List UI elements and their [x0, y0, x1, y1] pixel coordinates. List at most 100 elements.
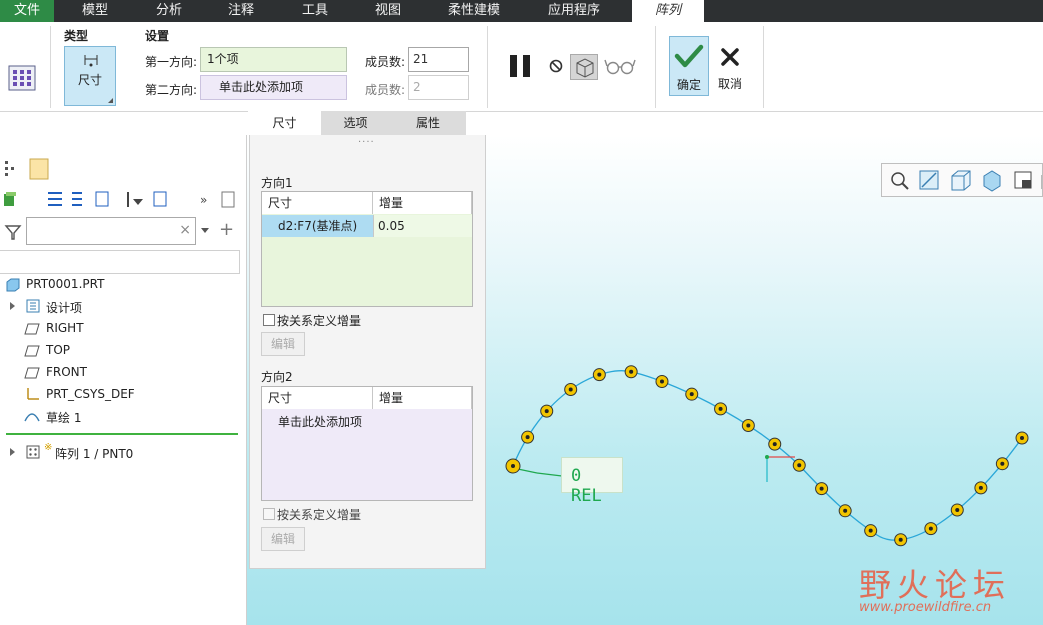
sort-icon[interactable] — [127, 192, 143, 207]
insert-indicator[interactable] — [6, 433, 238, 435]
close-icon — [721, 48, 739, 66]
dir1-label: 第一方向: — [145, 55, 198, 69]
tree-columns-icon[interactable] — [48, 192, 62, 206]
dir2-table[interactable]: 尺寸 增量 单击此处添加项 — [261, 386, 473, 501]
pattern-point-center — [819, 486, 824, 491]
tree-item-top[interactable]: TOP — [46, 343, 70, 357]
menu-bar: 文件 模型 分析 注释 工具 视图 柔性建模 应用程序 阵列 — [0, 0, 1043, 22]
table-icon[interactable] — [95, 191, 109, 207]
pattern-point-center — [955, 507, 960, 512]
annotation-box[interactable]: 0 REL — [561, 457, 623, 506]
members1-input[interactable]: 21 — [408, 47, 469, 72]
ok-label: 确定 — [676, 78, 701, 92]
ribbon-separator — [487, 26, 488, 108]
menu-flexible-modeling[interactable]: 柔性建模 — [432, 0, 516, 22]
menu-file[interactable]: 文件 — [0, 0, 54, 22]
tree-item-pattern[interactable]: 阵列 1 / PNT0 — [55, 445, 133, 462]
relation-checkbox-2[interactable] — [263, 508, 275, 520]
expand-icon[interactable] — [10, 302, 15, 310]
pattern-point-center — [868, 528, 873, 533]
tab-properties[interactable]: 属性 — [390, 111, 466, 135]
dir2-add-item[interactable]: 单击此处添加项 — [278, 413, 362, 430]
preview-geometry-icon — [576, 58, 594, 78]
pattern-point-center — [978, 485, 983, 490]
tree-item-design[interactable]: 设计项 — [46, 299, 82, 316]
members1-label: 成员数: — [365, 55, 406, 69]
menu-view[interactable]: 视图 — [355, 0, 421, 22]
menu-analysis[interactable]: 分析 — [136, 0, 202, 22]
preview-geometry-button[interactable] — [570, 54, 598, 80]
settings-group-label: 设置 — [145, 29, 170, 43]
tree-item-sketch[interactable]: 草绘 1 — [46, 409, 81, 426]
dropdown-icon[interactable] — [201, 228, 209, 233]
clear-icon[interactable]: × — [179, 222, 191, 238]
filter-icon[interactable] — [4, 223, 22, 241]
add-icon[interactable]: + — [219, 219, 234, 240]
dir1-collector[interactable]: 1个项 — [200, 47, 347, 72]
search-input[interactable]: × — [26, 217, 196, 245]
dir1-table[interactable]: 尺寸 增量 d2:F7(基准点) 0.05 — [261, 191, 473, 307]
dir2-label: 第二方向: — [145, 83, 198, 97]
settings-icon[interactable] — [153, 191, 167, 207]
folder-browser-tab-icon[interactable] — [29, 158, 49, 180]
expand-more-icon[interactable]: » — [200, 193, 207, 207]
pattern-point-center — [689, 392, 694, 397]
pattern-point-center — [629, 369, 634, 374]
pattern-point-center — [797, 463, 802, 468]
pause-icon — [510, 55, 530, 77]
pattern-point-center — [746, 423, 751, 428]
dir2-collector[interactable]: 单击此处添加项 — [200, 75, 347, 100]
tab-dimensions[interactable]: 尺寸 — [248, 111, 321, 135]
dimension-tab-panel: ···· 方向1 尺寸 增量 d2:F7(基准点) 0.05 按关系定义增量 编… — [249, 135, 486, 569]
expand-icon[interactable] — [10, 448, 15, 456]
leader-line — [536, 472, 563, 477]
pattern-point-center — [525, 435, 530, 440]
dir1-row-dim[interactable]: d2:F7(基准点) — [262, 215, 373, 237]
tree-item-front[interactable]: FRONT — [46, 365, 87, 379]
dir1-row-inc[interactable]: 0.05 — [373, 215, 472, 237]
checkmark-icon — [674, 44, 704, 68]
relation-checkbox-2-label: 按关系定义增量 — [277, 508, 362, 522]
ok-button[interactable]: 确定 — [669, 36, 709, 96]
pause-button[interactable] — [508, 54, 534, 78]
menu-pattern[interactable]: 阵列 — [632, 0, 704, 22]
dir2-col-dim: 尺寸 — [262, 387, 373, 409]
edit-button-1[interactable]: 编辑 — [261, 332, 305, 356]
pattern-point-center — [843, 508, 848, 513]
design-items-icon — [26, 299, 40, 316]
pattern-point-center — [659, 379, 664, 384]
watermark: 野火论坛 www.proewildfire.cn — [859, 550, 1043, 625]
sketch-icon — [24, 409, 40, 426]
tree-toolbar: » — [0, 187, 247, 213]
verify-button[interactable] — [604, 56, 636, 76]
type-dimension-button[interactable]: 尺寸 — [64, 46, 116, 106]
drag-handle[interactable]: ···· — [358, 137, 375, 148]
members2-input[interactable]: 2 — [408, 75, 469, 100]
tree-root[interactable]: PRT0001.PRT — [26, 277, 104, 291]
watermark-url: www.proewildfire.cn — [859, 600, 992, 615]
menu-tools[interactable]: 工具 — [282, 0, 348, 22]
pattern-point-center — [1020, 436, 1024, 440]
type-group-label: 类型 — [64, 29, 89, 43]
edit-button-2[interactable]: 编辑 — [261, 527, 305, 551]
pattern-point-center — [544, 409, 549, 414]
tree-item-csys[interactable]: PRT_CSYS_DEF — [46, 387, 135, 401]
menu-model[interactable]: 模型 — [62, 0, 128, 22]
tree-item-right[interactable]: RIGHT — [46, 321, 84, 335]
relation-checkbox-1[interactable] — [263, 314, 275, 326]
tree-filter-icon[interactable] — [72, 192, 82, 206]
menu-applications[interactable]: 应用程序 — [532, 0, 616, 22]
ribbon-separator — [655, 26, 656, 108]
pattern-point-center — [928, 526, 933, 531]
cancel-label: 取消 — [717, 77, 742, 91]
page-icon[interactable] — [221, 191, 235, 208]
tab-options[interactable]: 选项 — [321, 111, 390, 135]
no-preview-button[interactable] — [548, 58, 564, 74]
type-dimension-label: 尺寸 — [77, 73, 102, 87]
model-tree-tab-icon[interactable] — [5, 161, 14, 176]
show-icon[interactable] — [4, 192, 16, 206]
cancel-button[interactable]: 取消 — [713, 36, 747, 96]
menu-annotate[interactable]: 注释 — [208, 0, 274, 22]
glasses-icon — [604, 59, 636, 75]
pattern-point-center — [597, 372, 602, 377]
